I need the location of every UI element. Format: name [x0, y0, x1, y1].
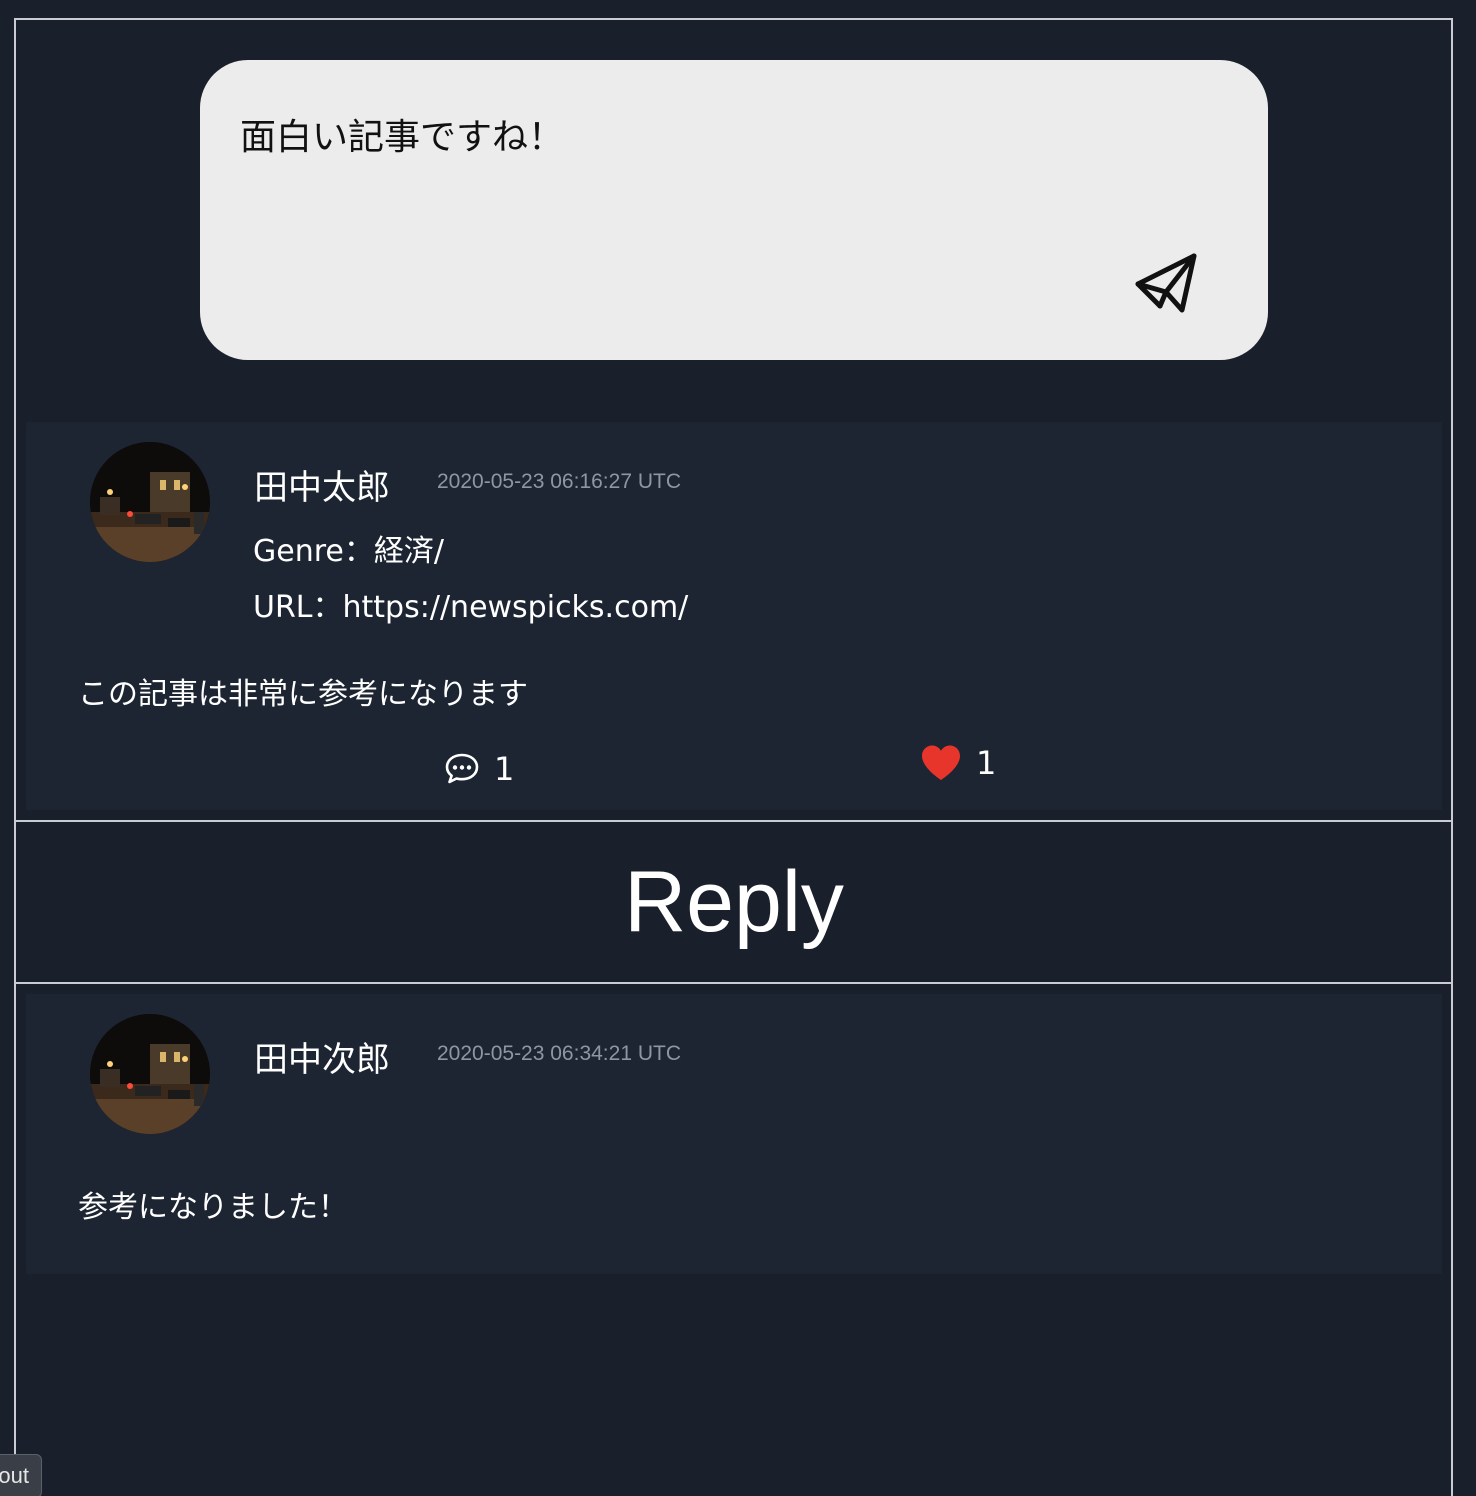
- logout-button[interactable]: out: [0, 1454, 42, 1496]
- send-button[interactable]: [1130, 248, 1202, 320]
- heart-icon: [922, 745, 960, 780]
- like-count: 1: [976, 744, 997, 782]
- reply-divider-bottom: [15, 982, 1453, 984]
- logout-button-label: out: [0, 1463, 29, 1488]
- comment-count: 1: [494, 750, 515, 788]
- reply-heading: Reply: [624, 854, 844, 950]
- avatar[interactable]: [90, 1014, 210, 1134]
- frame-right-border: [1451, 18, 1453, 1496]
- speech-bubble-icon: [445, 753, 479, 784]
- paper-plane-icon: [1135, 253, 1197, 313]
- like-button[interactable]: 1: [920, 744, 996, 782]
- comment-input[interactable]: 面白い記事ですね！: [240, 108, 564, 160]
- comment-button[interactable]: 1: [444, 750, 514, 788]
- reply-author-name[interactable]: 田中次郎: [254, 1032, 390, 1081]
- post-url[interactable]: URL：https://newspicks.com/: [253, 582, 688, 626]
- frame-top-border: [15, 18, 1453, 20]
- post-timestamp: 2020-05-23 06:16:27 UTC: [437, 470, 681, 493]
- reply-card: 田中次郎 2020-05-23 06:34:21 UTC 参考になりました！: [26, 994, 1442, 1274]
- reply-timestamp: 2020-05-23 06:34:21 UTC: [437, 1042, 681, 1065]
- reply-divider-top: [15, 820, 1453, 822]
- post-card: 田中太郎 2020-05-23 06:16:27 UTC Genre：経済/ U…: [26, 422, 1442, 810]
- page: 面白い記事ですね！ 田中太郎 2020-05-23 06:16:27 UTC G…: [0, 0, 1476, 1496]
- reply-body: 参考になりました！: [78, 1190, 348, 1225]
- post-body: この記事は非常に参考になります: [78, 677, 528, 712]
- frame-left-border: [14, 18, 16, 1496]
- comment-compose-box[interactable]: 面白い記事ですね！: [200, 60, 1268, 360]
- post-genre: Genre：経済/: [253, 534, 444, 569]
- author-name[interactable]: 田中太郎: [254, 460, 390, 509]
- avatar[interactable]: [90, 442, 210, 562]
